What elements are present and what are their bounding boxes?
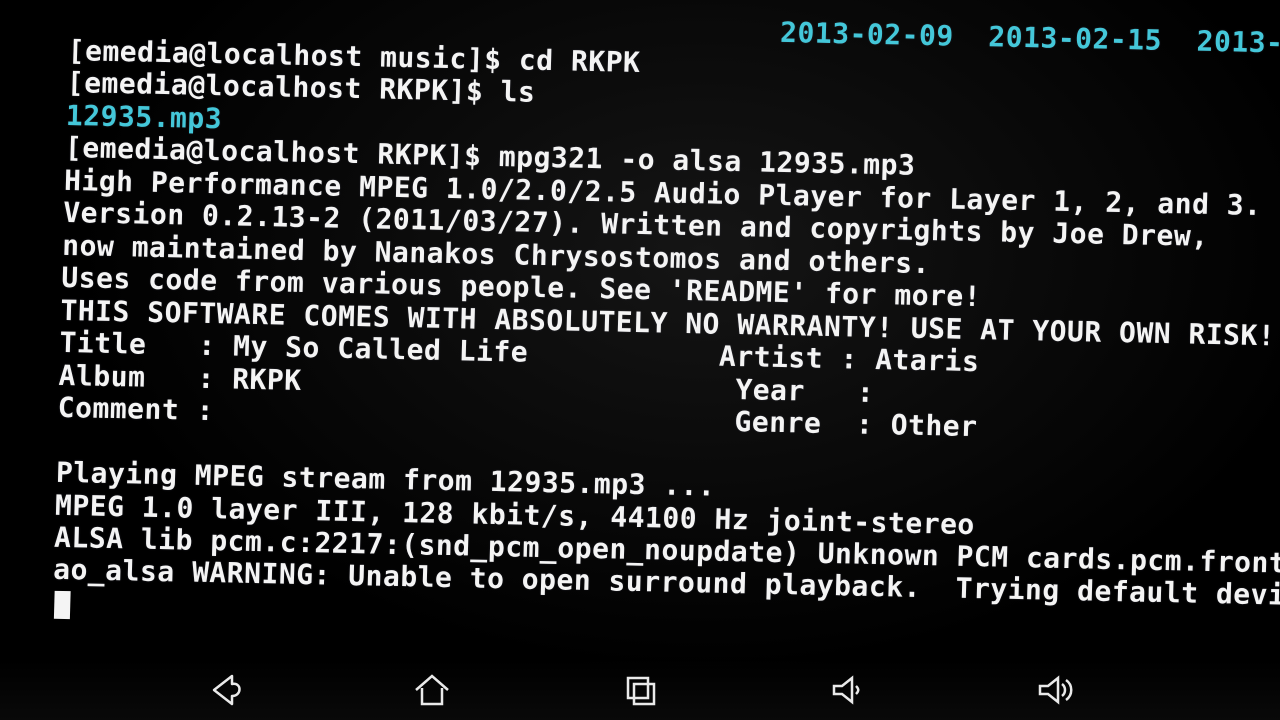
volume-down-button[interactable] — [822, 670, 874, 710]
terminal-cursor — [54, 591, 71, 619]
blank-line — [56, 423, 57, 456]
volume-up-button[interactable] — [1030, 670, 1082, 710]
terminal-output[interactable]: 2013-02-09 2013-02-15 2013-02- [emedia@l… — [52, 0, 1280, 645]
recent-apps-icon — [618, 672, 662, 708]
recent-apps-button[interactable] — [614, 670, 666, 710]
volume-down-icon — [826, 672, 870, 708]
home-button[interactable] — [406, 670, 458, 710]
terminal-screen: 2013-02-09 2013-02-15 2013-02- [emedia@l… — [0, 0, 1280, 720]
ls-output-file: 12935.mp3 — [65, 99, 222, 135]
back-button[interactable] — [198, 670, 250, 710]
home-icon — [410, 672, 454, 708]
back-icon — [202, 672, 246, 708]
android-navbar — [0, 660, 1280, 720]
volume-up-icon — [1034, 672, 1078, 708]
